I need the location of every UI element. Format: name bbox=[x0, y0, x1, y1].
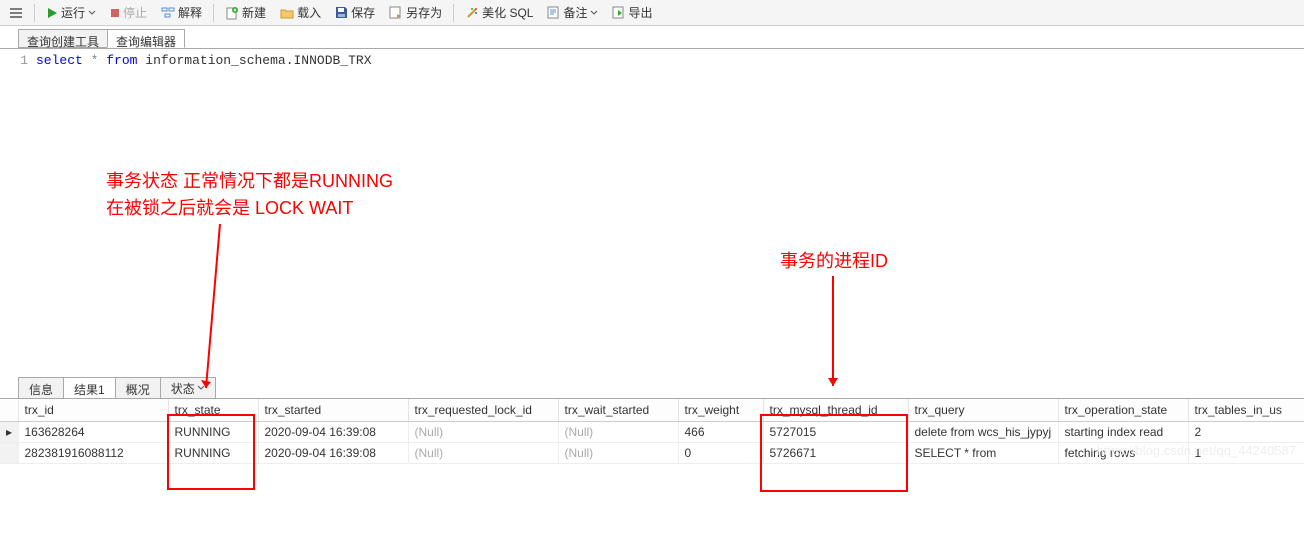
tab-info[interactable]: 信息 bbox=[18, 377, 64, 398]
save-as-button[interactable]: 另存为 bbox=[384, 2, 447, 23]
cell-trx-wait-started[interactable]: (Null) bbox=[558, 443, 678, 464]
cell-trx-query[interactable]: delete from wcs_his_jypyj bbox=[908, 422, 1058, 443]
row-indicator: ▸ bbox=[0, 422, 18, 443]
cell-trx-mysql-thread-id[interactable]: 5727015 bbox=[763, 422, 908, 443]
separator bbox=[34, 4, 35, 22]
tab-result1[interactable]: 结果1 bbox=[63, 377, 116, 398]
load-button[interactable]: 载入 bbox=[275, 2, 326, 23]
col-trx-query[interactable]: trx_query bbox=[908, 399, 1058, 422]
hamburger-menu[interactable] bbox=[4, 4, 28, 22]
cell-trx-weight[interactable]: 466 bbox=[678, 422, 763, 443]
line-gutter: 1 bbox=[0, 53, 36, 373]
save-as-label: 另存为 bbox=[406, 4, 442, 21]
cell-trx-tables-in-use[interactable]: 2 bbox=[1188, 422, 1304, 443]
tab-query-builder[interactable]: 查询创建工具 bbox=[18, 29, 108, 48]
separator bbox=[213, 4, 214, 22]
play-icon bbox=[46, 7, 58, 19]
annotation-line1: 事务状态 正常情况下都是RUNNING bbox=[106, 168, 393, 195]
keyword-select: select bbox=[36, 53, 83, 68]
beautify-button[interactable]: 美化 SQL bbox=[460, 2, 538, 23]
col-trx-tables-in-use[interactable]: trx_tables_in_us bbox=[1188, 399, 1304, 422]
chevron-down-icon bbox=[88, 9, 96, 17]
new-button[interactable]: 新建 bbox=[220, 2, 271, 23]
save-as-icon bbox=[389, 6, 403, 19]
chevron-down-icon bbox=[197, 384, 205, 392]
new-label: 新建 bbox=[242, 4, 266, 21]
col-trx-id[interactable]: trx_id bbox=[18, 399, 168, 422]
query-tabs: 查询创建工具 查询编辑器 bbox=[0, 26, 1304, 49]
table-name: information_schema.INNODB_TRX bbox=[145, 53, 371, 68]
folder-open-icon bbox=[280, 7, 294, 19]
cell-trx-requested-lock-id[interactable]: (Null) bbox=[408, 443, 558, 464]
explain-icon bbox=[161, 7, 175, 19]
run-label: 运行 bbox=[61, 4, 85, 21]
note-icon bbox=[547, 6, 560, 19]
annotation-thread-id: 事务的进程ID bbox=[780, 248, 888, 275]
save-label: 保存 bbox=[351, 4, 375, 21]
col-trx-operation-state[interactable]: trx_operation_state bbox=[1058, 399, 1188, 422]
save-icon bbox=[335, 6, 348, 19]
row-handle-header bbox=[0, 399, 18, 422]
explain-label: 解释 bbox=[178, 4, 202, 21]
export-button[interactable]: 导出 bbox=[607, 2, 657, 23]
new-icon bbox=[225, 6, 239, 20]
col-trx-wait-started[interactable]: trx_wait_started bbox=[558, 399, 678, 422]
table-row[interactable]: ▸ 163628264 RUNNING 2020-09-04 16:39:08 … bbox=[0, 422, 1304, 443]
annotation-trx-state: 事务状态 正常情况下都是RUNNING 在被锁之后就会是 LOCK WAIT bbox=[106, 168, 393, 222]
cell-trx-wait-started[interactable]: (Null) bbox=[558, 422, 678, 443]
cell-trx-state[interactable]: RUNNING bbox=[168, 443, 258, 464]
cell-trx-started[interactable]: 2020-09-04 16:39:08 bbox=[258, 422, 408, 443]
annotation-line2: 在被锁之后就会是 LOCK WAIT bbox=[106, 195, 393, 222]
watermark: https://blog.csdn.net/qq_44240587 bbox=[1097, 443, 1297, 458]
cell-trx-id[interactable]: 282381916088112 bbox=[18, 443, 168, 464]
menu-icon bbox=[9, 6, 23, 20]
tab-status-label: 状态 bbox=[171, 380, 195, 397]
col-trx-mysql-thread-id[interactable]: trx_mysql_thread_id bbox=[763, 399, 908, 422]
cell-trx-query[interactable]: SELECT * from bbox=[908, 443, 1058, 464]
run-button[interactable]: 运行 bbox=[41, 2, 101, 23]
col-trx-requested-lock-id[interactable]: trx_requested_lock_id bbox=[408, 399, 558, 422]
cell-trx-operation-state[interactable]: starting index read bbox=[1058, 422, 1188, 443]
row-indicator bbox=[0, 443, 18, 464]
keyword-from: from bbox=[106, 53, 137, 68]
star: * bbox=[91, 53, 99, 68]
main-toolbar: 运行 停止 解释 新建 载入 保存 另存为 美化 SQL 备注 导出 bbox=[0, 0, 1304, 26]
cell-trx-id[interactable]: 163628264 bbox=[18, 422, 168, 443]
tab-status[interactable]: 状态 bbox=[160, 377, 216, 398]
line-number: 1 bbox=[0, 53, 28, 68]
col-trx-state[interactable]: trx_state bbox=[168, 399, 258, 422]
grid-header-row: trx_id trx_state trx_started trx_request… bbox=[0, 399, 1304, 422]
wand-icon bbox=[465, 6, 479, 20]
note-label: 备注 bbox=[563, 4, 587, 21]
cell-trx-requested-lock-id[interactable]: (Null) bbox=[408, 422, 558, 443]
separator bbox=[453, 4, 454, 22]
cell-trx-started[interactable]: 2020-09-04 16:39:08 bbox=[258, 443, 408, 464]
tab-query-editor[interactable]: 查询编辑器 bbox=[107, 29, 185, 48]
col-trx-started[interactable]: trx_started bbox=[258, 399, 408, 422]
cell-trx-state[interactable]: RUNNING bbox=[168, 422, 258, 443]
export-label: 导出 bbox=[628, 4, 652, 21]
export-icon bbox=[612, 6, 625, 19]
load-label: 载入 bbox=[297, 4, 321, 21]
beautify-label: 美化 SQL bbox=[482, 4, 533, 21]
tab-profile[interactable]: 概况 bbox=[115, 377, 161, 398]
chevron-down-icon bbox=[590, 9, 598, 17]
note-button[interactable]: 备注 bbox=[542, 2, 603, 23]
result-tabs: 信息 结果1 概况 状态 bbox=[0, 377, 1304, 399]
col-trx-weight[interactable]: trx_weight bbox=[678, 399, 763, 422]
stop-label: 停止 bbox=[123, 4, 147, 21]
stop-icon bbox=[110, 8, 120, 18]
cell-trx-mysql-thread-id[interactable]: 5726671 bbox=[763, 443, 908, 464]
explain-button[interactable]: 解释 bbox=[156, 2, 207, 23]
stop-button[interactable]: 停止 bbox=[105, 2, 152, 23]
save-button[interactable]: 保存 bbox=[330, 2, 380, 23]
cell-trx-weight[interactable]: 0 bbox=[678, 443, 763, 464]
